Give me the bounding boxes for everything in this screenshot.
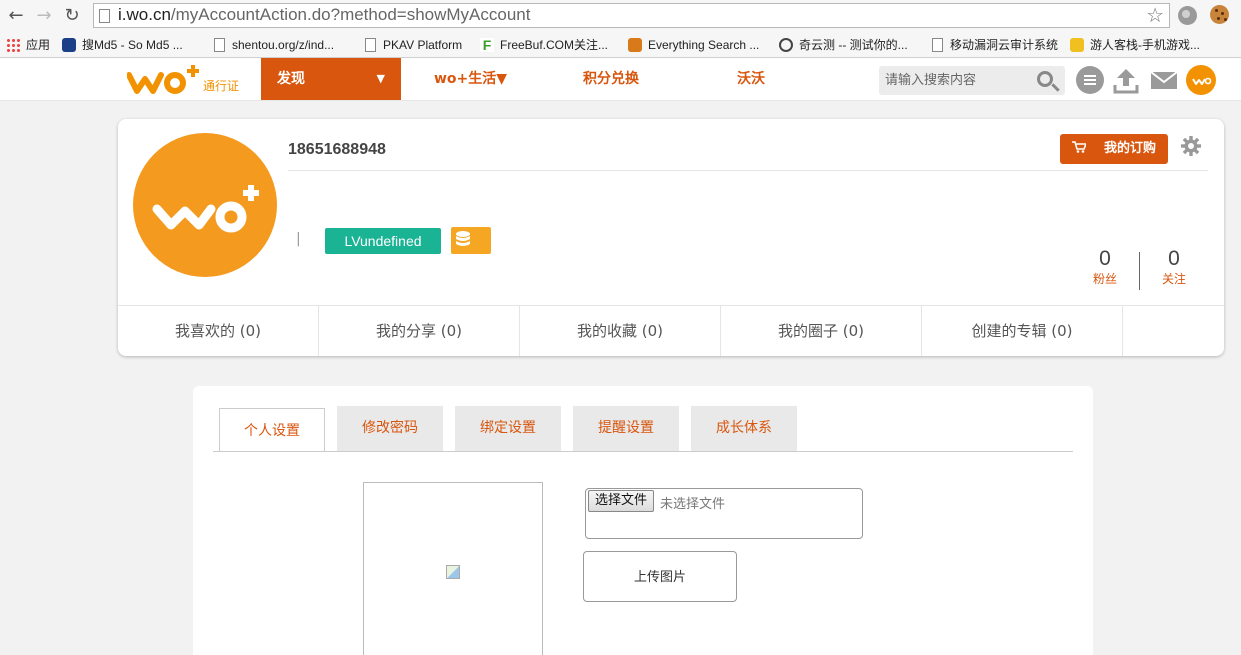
coin-badge[interactable] [451, 227, 491, 254]
page-icon [214, 38, 225, 52]
qiyunce-icon [779, 38, 793, 52]
site-header: 通行证 发现 ▼ wo+生活▼ 积分兑换 沃沃 [0, 58, 1241, 101]
game-site-icon [1070, 38, 1084, 52]
fans-label: 粉丝 [1092, 272, 1117, 286]
freebuf-icon: F [480, 38, 494, 52]
stat-divider [1139, 252, 1140, 290]
nav-wowo[interactable]: 沃沃 [737, 58, 765, 100]
level-badge: LVundefined [325, 228, 441, 254]
tab-growth-system[interactable]: 成长体系 [691, 406, 797, 451]
profile-tabs: 我喜欢的 (0) 我的分享 (0) 我的收藏 (0) 我的圈子 (0) 创建的专… [118, 305, 1224, 356]
search-input[interactable] [879, 66, 1029, 95]
apps-grid-icon [6, 38, 20, 52]
url-text: i.wo.cn/myAccountAction.do?method=showMy… [118, 5, 531, 24]
logo-subtitle: 通行证 [203, 79, 240, 93]
page-icon [932, 38, 943, 52]
coins-stack-icon [456, 231, 470, 246]
bookmark-star-icon[interactable]: ☆ [1146, 4, 1164, 27]
wo-avatar-logo-icon [152, 185, 259, 233]
separator: | [296, 231, 301, 247]
bookmark-apps[interactable]: 应用 [6, 36, 50, 54]
tab-created-albums[interactable]: 创建的专辑 (0) [922, 306, 1123, 356]
bookmark-mobile-audit[interactable]: 移动漏洞云审计系统 [930, 36, 1058, 54]
forward-arrow-icon[interactable]: → [34, 6, 54, 26]
bookmark-somd5[interactable]: 搜Md5 - So Md5 ... [62, 36, 183, 54]
tab-my-likes[interactable]: 我喜欢的 (0) [118, 306, 319, 356]
bookmark-everything-search[interactable]: Everything Search ... [628, 36, 759, 54]
file-status: 未选择文件 [660, 497, 726, 512]
profile-card: 18651688948 我的订购 | LVundefined 0 粉丝 0 关注… [118, 119, 1224, 356]
tab-reminder-settings[interactable]: 提醒设置 [573, 406, 679, 451]
page-icon [99, 9, 110, 23]
nav-discover[interactable]: 发现 ▼ [261, 58, 401, 100]
avatar-preview [363, 482, 543, 655]
everything-search-icon [628, 38, 642, 52]
tab-personal-settings[interactable]: 个人设置 [219, 408, 325, 452]
bookmark-shentou[interactable]: shentou.org/z/ind... [212, 36, 334, 54]
bookmark-freebuf[interactable]: F FreeBuf.COM关注... [480, 36, 608, 54]
wo-logo[interactable]: 通行证 [126, 61, 247, 99]
bookmarks-bar: 应用 搜Md5 - So Md5 ... shentou.org/z/ind..… [0, 32, 1241, 58]
chevron-down-icon: ▼ [376, 72, 385, 85]
md5-site-icon [62, 38, 76, 52]
tab-my-favorites[interactable]: 我的收藏 (0) [520, 306, 721, 356]
reload-icon[interactable]: ↻ [62, 6, 82, 26]
divider [288, 170, 1208, 171]
search-icon[interactable] [1037, 71, 1053, 87]
bookmark-qiyunce[interactable]: 奇云测 -- 测试你的... [779, 36, 908, 54]
fans-count: 0 [1099, 247, 1111, 270]
upload-icon[interactable] [1112, 66, 1140, 94]
choose-file-button[interactable]: 选择文件 [588, 490, 655, 512]
follow-stat[interactable]: 0 关注 [1149, 247, 1199, 287]
cookie-extension-icon[interactable] [1210, 5, 1229, 24]
avatar[interactable] [133, 133, 277, 277]
wo-logo-icon [126, 65, 199, 94]
page-icon [365, 38, 376, 52]
nav-discover-label: 发现 [277, 71, 305, 87]
upload-image-button[interactable]: 上传图片 [583, 551, 737, 602]
search-box [879, 66, 1065, 95]
user-avatar-icon[interactable] [1186, 65, 1216, 95]
follow-count: 0 [1168, 247, 1180, 270]
tabs-divider [213, 451, 1073, 452]
mail-icon[interactable] [1150, 66, 1178, 94]
tab-binding-settings[interactable]: 绑定设置 [455, 406, 561, 451]
gear-icon[interactable] [1181, 136, 1201, 156]
tab-my-circles[interactable]: 我的圈子 (0) [721, 306, 922, 356]
tab-change-password[interactable]: 修改密码 [337, 406, 443, 451]
broken-image-icon [446, 565, 460, 579]
bookmark-pkav[interactable]: PKAV Platform [363, 36, 462, 54]
my-orders-label: 我的订购 [1103, 141, 1156, 156]
bookmark-game-site[interactable]: 游人客栈-手机游戏... [1070, 36, 1200, 54]
nav-wo-life[interactable]: wo+生活▼ [434, 58, 507, 100]
nav-points-exchange[interactable]: 积分兑换 [583, 58, 639, 100]
globe-extension-icon[interactable] [1178, 6, 1197, 25]
settings-panel: 个人设置 修改密码 绑定设置 提醒设置 成长体系 选择文件 未选择文件 上传图片 [193, 386, 1093, 655]
back-arrow-icon[interactable]: ← [6, 6, 26, 26]
browser-toolbar: ← → ↻ i.wo.cn/myAccountAction.do?method=… [0, 0, 1241, 32]
follow-label: 关注 [1161, 272, 1186, 286]
cart-icon [1072, 141, 1086, 153]
menu-icon[interactable] [1076, 66, 1104, 94]
my-orders-button[interactable]: 我的订购 [1060, 134, 1168, 164]
file-upload-field: 选择文件 未选择文件 [585, 488, 863, 539]
tab-my-shares[interactable]: 我的分享 (0) [319, 306, 520, 356]
username: 18651688948 [288, 141, 386, 158]
fans-stat[interactable]: 0 粉丝 [1080, 247, 1130, 287]
address-bar[interactable]: i.wo.cn/myAccountAction.do?method=showMy… [93, 3, 1170, 28]
